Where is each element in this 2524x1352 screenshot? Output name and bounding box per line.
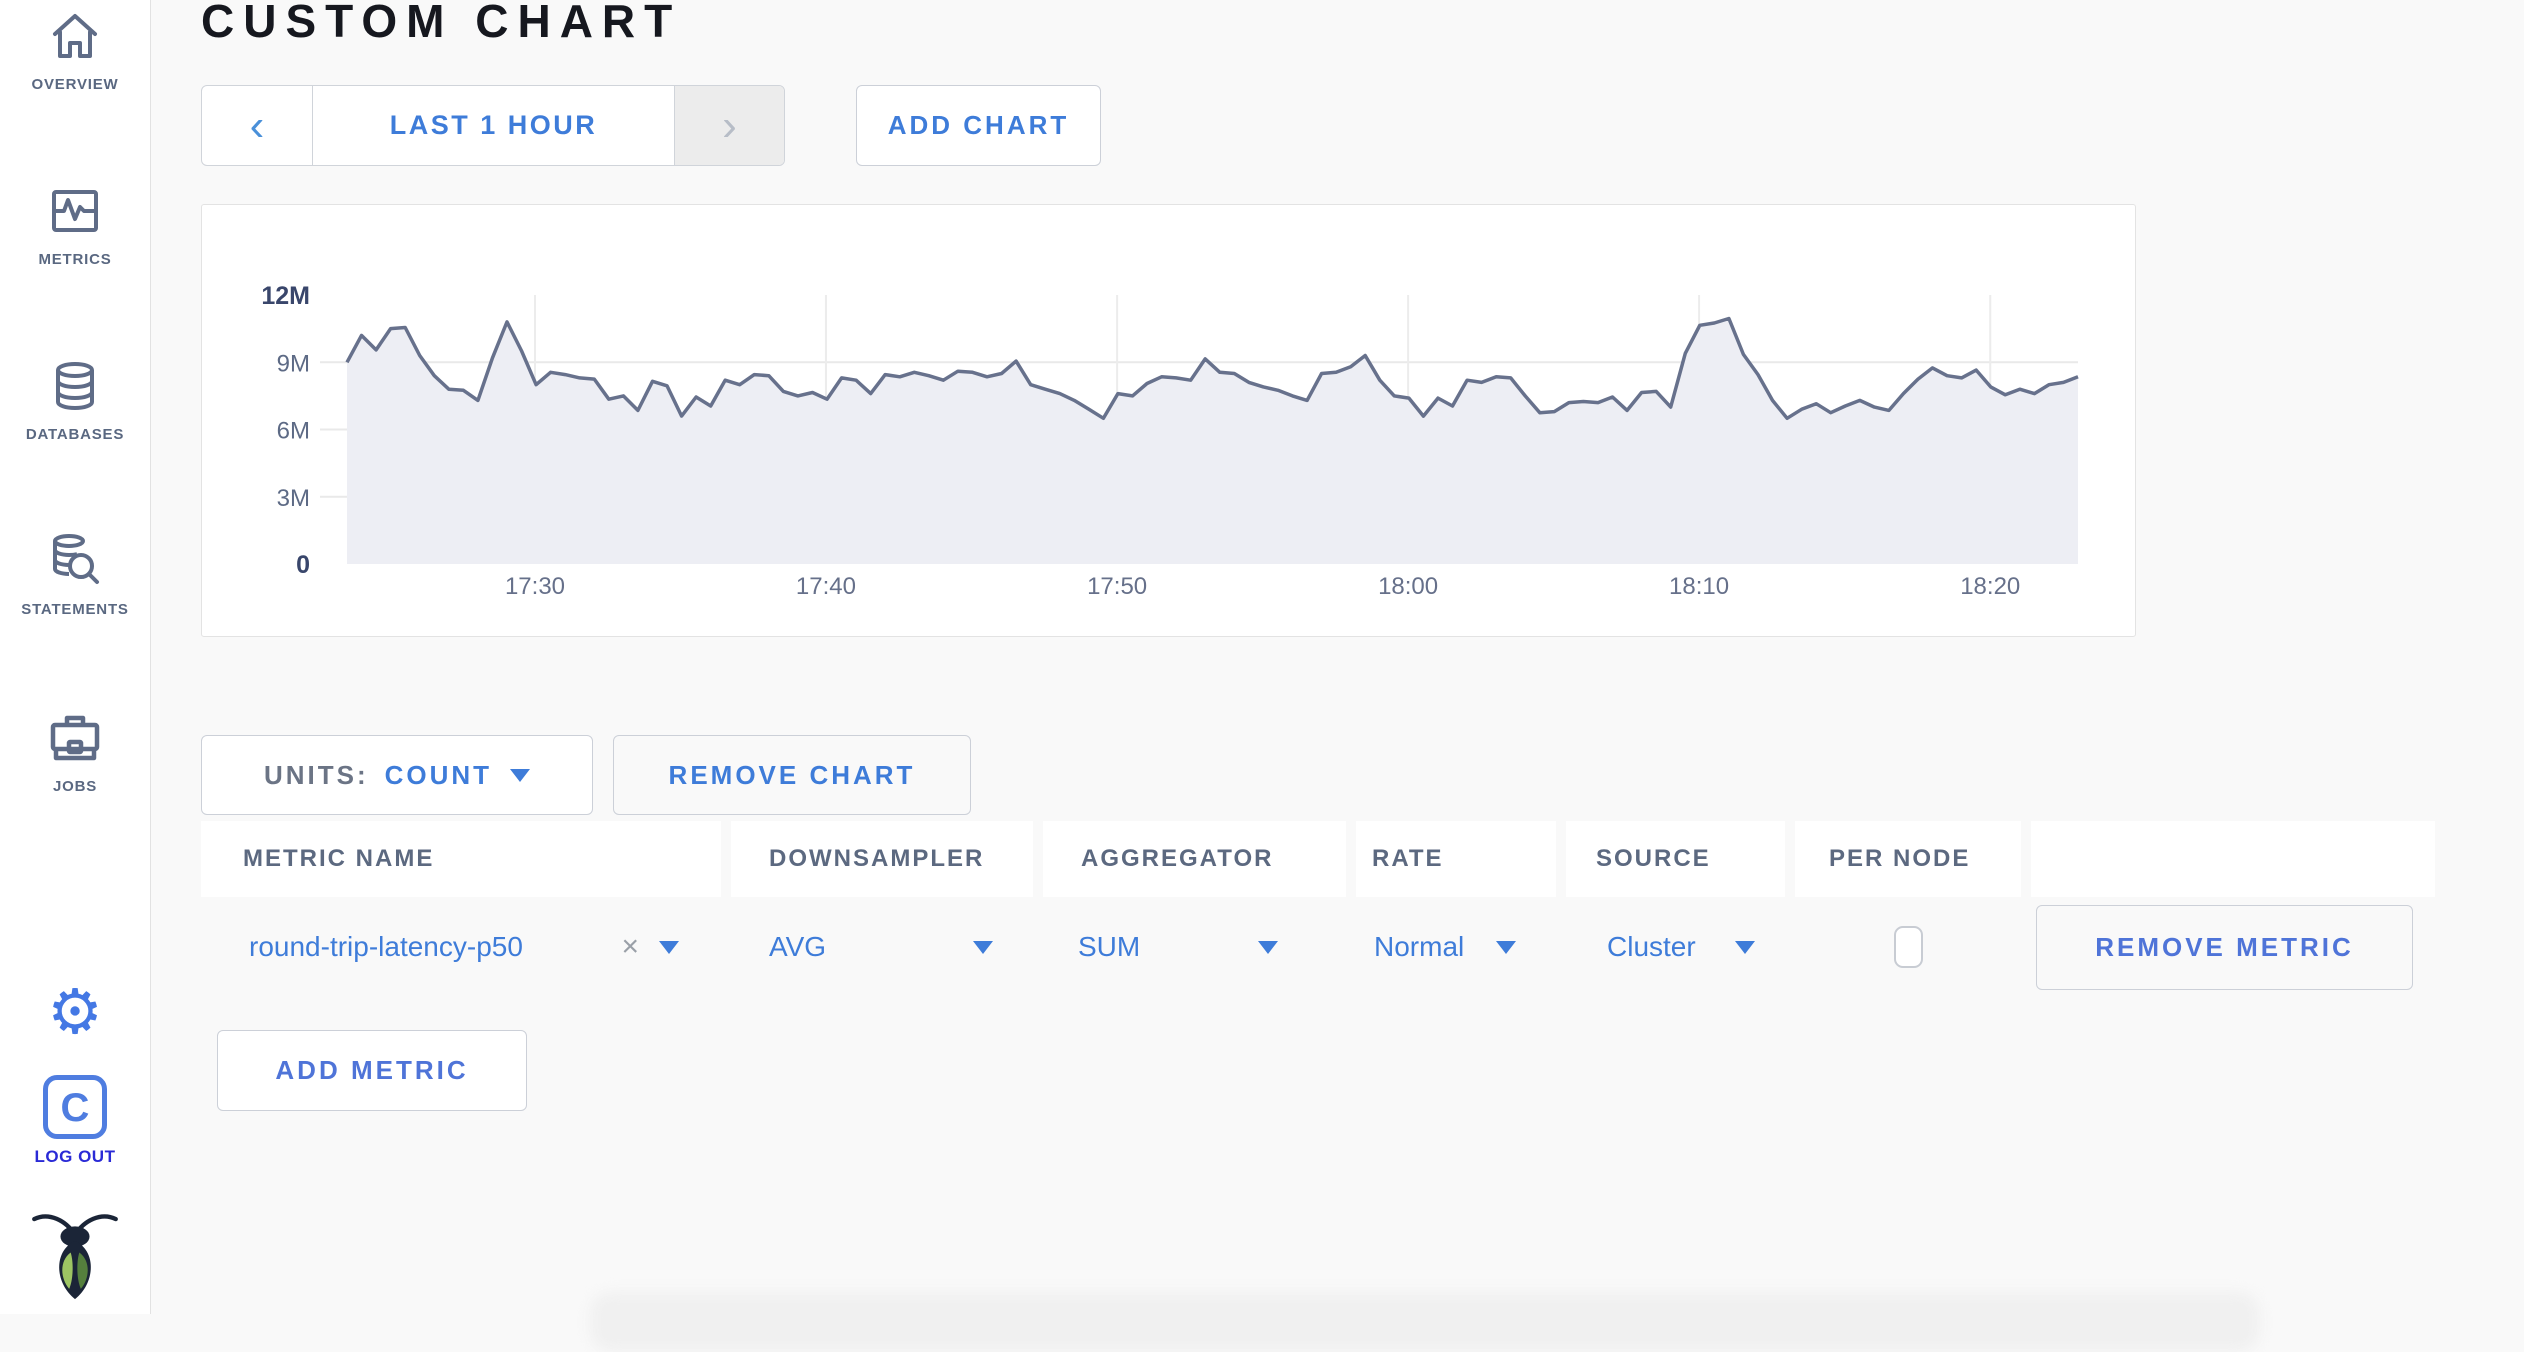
col-metric-name: METRIC NAME: [201, 821, 721, 897]
clear-metric-icon[interactable]: ×: [621, 930, 639, 964]
sidebar-item-overview[interactable]: OVERVIEW: [0, 10, 150, 93]
time-range-prev-button[interactable]: ‹: [202, 86, 313, 165]
sidebar-item-label: DATABASES: [25, 426, 125, 443]
downsampler-select[interactable]: AVG: [769, 931, 826, 963]
col-rate: RATE: [1356, 821, 1556, 897]
remove-chart-button[interactable]: REMOVE CHART: [613, 735, 971, 815]
home-icon: [53, 14, 97, 58]
add-metric-button[interactable]: ADD METRIC: [217, 1030, 527, 1111]
cockroach-bug-logo: [0, 1206, 150, 1307]
units-label: UNITS:: [263, 759, 369, 790]
time-range-picker: ‹ LAST 1 HOUR ›: [201, 85, 785, 166]
units-value: COUNT: [384, 759, 493, 790]
sidebar: OVERVIEW METRICS DATABASES STATEMENTS JO…: [0, 0, 151, 1314]
downsampler-cell: AVG: [731, 897, 1033, 997]
units-dropdown[interactable]: UNITS: COUNT: [201, 735, 593, 815]
svg-text:17:40: 17:40: [796, 573, 856, 600]
logout-button[interactable]: C LOG OUT: [0, 1075, 150, 1167]
time-range-next-button[interactable]: ›: [674, 86, 784, 165]
svg-text:18:10: 18:10: [1669, 573, 1729, 600]
chevron-down-icon[interactable]: [1735, 940, 1755, 954]
time-series-chart: 12M 9M 6M 3M 0 17:30 17:40 17:50 18:00 18:10 18:20: [201, 204, 2136, 637]
cockroach-c-logo: C: [43, 1075, 107, 1139]
sidebar-item-databases[interactable]: DATABASES: [0, 360, 150, 443]
metric-dropdown-caret-icon[interactable]: [659, 940, 679, 954]
source-cell: Cluster: [1566, 897, 1785, 997]
per-node-checkbox[interactable]: [1893, 926, 1923, 968]
svg-text:17:50: 17:50: [1087, 573, 1147, 600]
metric-name-value[interactable]: round-trip-latency-p50: [249, 931, 523, 963]
jobs-icon: [50, 715, 100, 761]
svg-text:6M: 6M: [277, 418, 310, 445]
svg-text:9M: 9M: [277, 350, 310, 377]
sidebar-item-metrics[interactable]: METRICS: [0, 185, 150, 268]
chart-canvas: 12M 9M 6M 3M 0 17:30 17:40 17:50 18:00 18:10 18:20: [261, 282, 2079, 600]
database-icon: [56, 362, 94, 411]
col-per-node: PER NODE: [1795, 821, 2021, 897]
per-node-cell: [1795, 897, 2021, 997]
statements-icon: [53, 534, 99, 584]
sidebar-item-label: STATEMENTS: [21, 601, 129, 618]
svg-text:18:00: 18:00: [1378, 573, 1438, 600]
gear-icon[interactable]: ⚙: [0, 982, 150, 1044]
metrics-icon: [52, 190, 98, 232]
source-select[interactable]: Cluster: [1607, 931, 1696, 963]
metrics-table-header: METRIC NAME DOWNSAMPLER AGGREGATOR RATE …: [201, 821, 2435, 897]
col-source: SOURCE: [1566, 821, 1785, 897]
aggregator-select[interactable]: SUM: [1078, 931, 1140, 963]
chevron-down-icon: [510, 768, 531, 782]
bottom-shadow: [590, 1292, 2260, 1352]
svg-text:18:20: 18:20: [1960, 573, 2020, 600]
remove-metric-button[interactable]: REMOVE METRIC: [2036, 905, 2413, 990]
chevron-down-icon[interactable]: [1258, 940, 1278, 954]
page-title: CUSTOM CHART: [201, 0, 682, 47]
svg-text:12M: 12M: [261, 282, 310, 310]
sidebar-item-jobs[interactable]: JOBS: [0, 712, 150, 795]
chevron-down-icon[interactable]: [973, 940, 993, 954]
svg-text:0: 0: [296, 551, 310, 579]
rate-select[interactable]: Normal: [1374, 931, 1464, 963]
chevron-down-icon[interactable]: [1496, 940, 1516, 954]
sidebar-item-label: OVERVIEW: [31, 76, 119, 93]
logout-label: LOG OUT: [34, 1147, 116, 1166]
sidebar-item-label: METRICS: [38, 251, 112, 268]
metric-row: round-trip-latency-p50 × AVG SUM Normal …: [201, 897, 2031, 997]
add-chart-button[interactable]: ADD CHART: [856, 85, 1101, 166]
sidebar-item-label: JOBS: [52, 778, 98, 795]
svg-text:17:30: 17:30: [505, 573, 565, 600]
time-range-label[interactable]: LAST 1 HOUR: [313, 86, 674, 165]
col-downsampler: DOWNSAMPLER: [731, 821, 1033, 897]
svg-text:3M: 3M: [277, 485, 310, 512]
col-actions: [2031, 821, 2435, 897]
sidebar-item-statements[interactable]: STATEMENTS: [0, 533, 150, 618]
aggregator-cell: SUM: [1043, 897, 1346, 997]
rate-cell: Normal: [1356, 897, 1556, 997]
metric-name-cell: round-trip-latency-p50 ×: [201, 897, 721, 997]
col-aggregator: AGGREGATOR: [1043, 821, 1346, 897]
